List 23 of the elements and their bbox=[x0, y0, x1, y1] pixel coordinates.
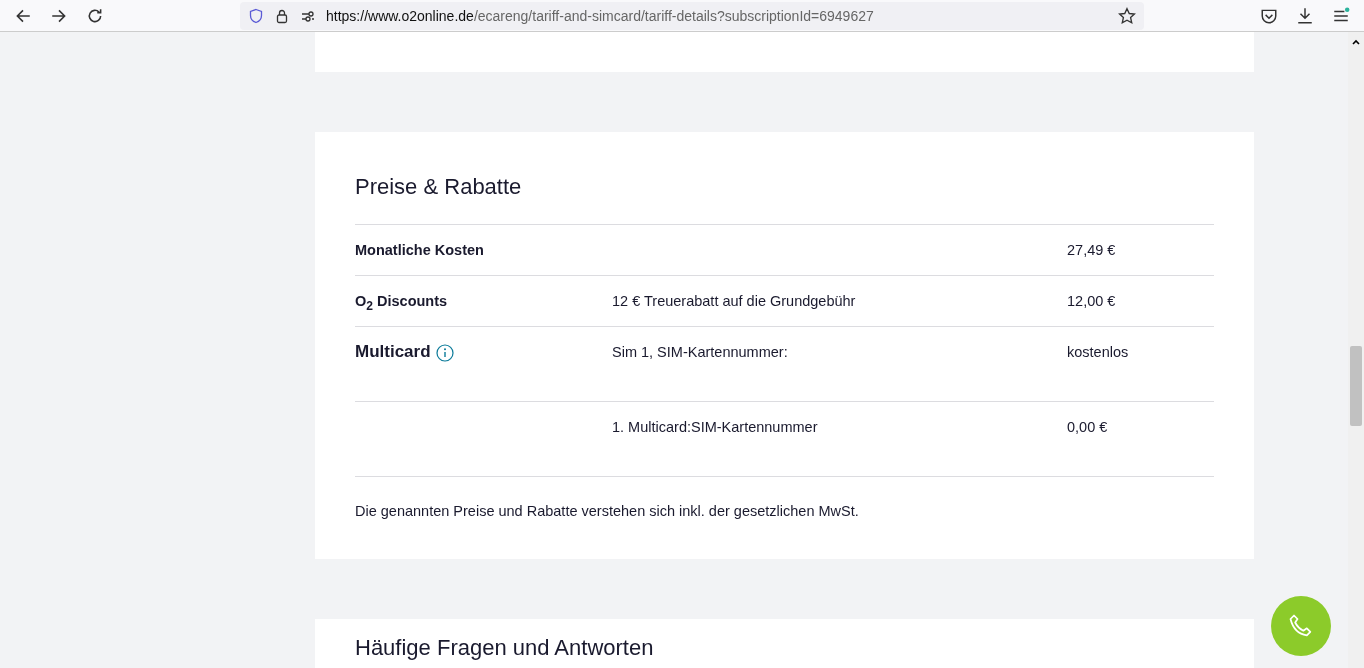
row-amount: 0,00 € bbox=[1067, 419, 1108, 435]
bookmark-star-icon[interactable] bbox=[1118, 6, 1136, 25]
scrollbar[interactable] bbox=[1348, 32, 1364, 668]
row-description: 1. Multicard:SIM-Kartennummer bbox=[612, 419, 818, 435]
row-label: Monatliche Kosten bbox=[355, 242, 484, 258]
row-description: 12 € Treuerabatt auf die Grundgebühr bbox=[612, 293, 856, 309]
reload-icon[interactable] bbox=[86, 6, 104, 25]
row-amount: 12,00 € bbox=[1067, 293, 1116, 309]
scroll-up-icon[interactable] bbox=[1351, 37, 1361, 47]
section-title: Häufige Fragen und Antworten bbox=[355, 634, 655, 662]
info-icon[interactable] bbox=[435, 344, 454, 362]
address-bar[interactable]: https://www.o2online.de/ecareng/tariff-and-simcard/tariff-details?subscriptionId=6949627 bbox=[240, 1, 1144, 30]
vat-note: Die genannten Preise und Rabatte verstehen sich inkl. der gesetzlichen MwSt. bbox=[355, 503, 860, 519]
download-icon[interactable] bbox=[1296, 6, 1314, 25]
lock-icon[interactable] bbox=[274, 7, 290, 24]
row-label: O$_{2}$ Discounts bbox=[355, 293, 448, 313]
row-amount: kostenlos bbox=[1067, 344, 1129, 360]
row-label: Multicard bbox=[355, 342, 431, 362]
row-description: Sim 1, SIM-Kartennummer: bbox=[612, 344, 788, 360]
section-title: Preise & Rabatte bbox=[355, 173, 523, 201]
scrollbar-thumb[interactable] bbox=[1350, 346, 1362, 426]
row-amount: 27,49 € bbox=[1067, 242, 1116, 258]
shield-icon[interactable] bbox=[248, 7, 264, 24]
